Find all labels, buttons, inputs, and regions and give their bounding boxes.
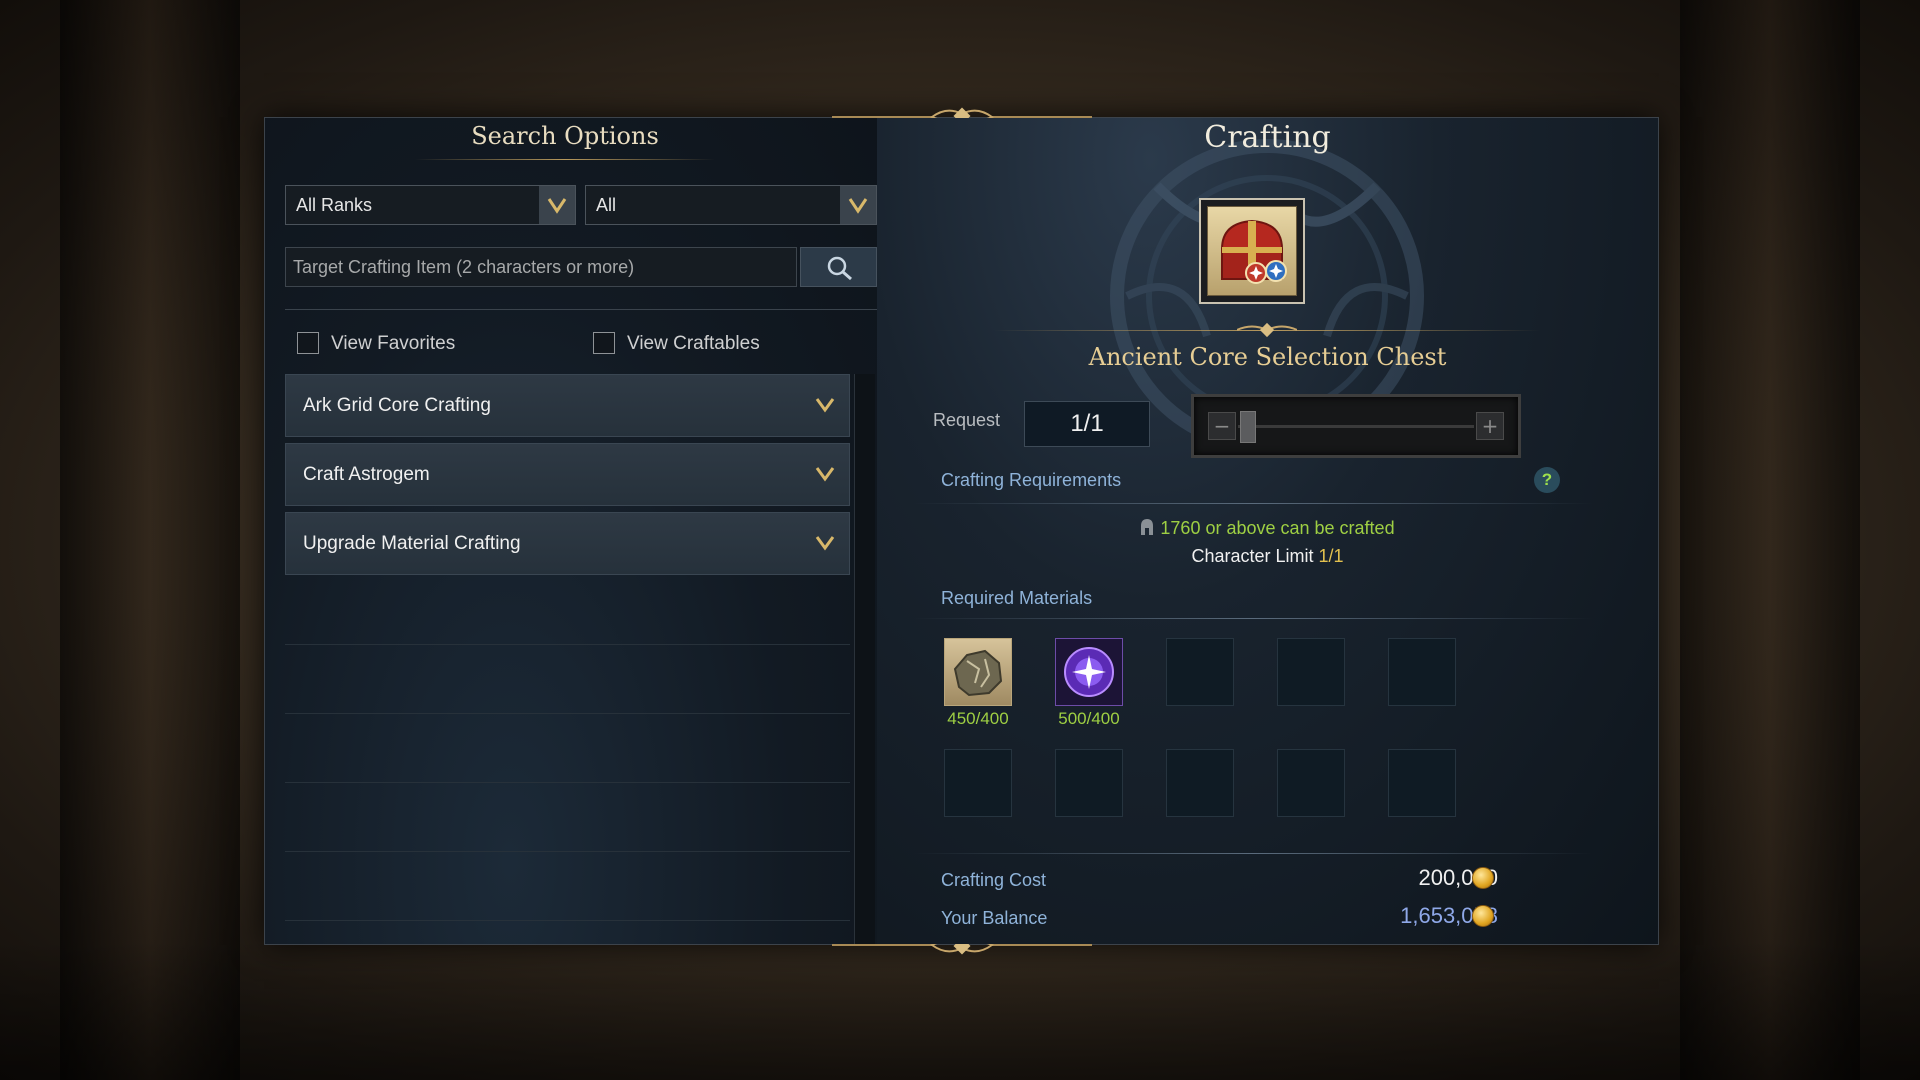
chevron-down-icon[interactable] (539, 186, 575, 224)
empty-row-divider (285, 920, 850, 921)
search-options-title: Search Options (471, 122, 659, 150)
type-dropdown[interactable]: All (585, 185, 877, 225)
item-level-requirement: 1760 or above can be crafted (877, 518, 1658, 539)
type-dropdown-value: All (596, 195, 617, 215)
empty-row-divider (285, 713, 850, 714)
empty-row-divider (285, 644, 850, 645)
search-options-panel: Search Options All Ranks All Target Craf… (265, 118, 877, 944)
category-scrollbar[interactable] (854, 374, 875, 944)
helmet-icon (1141, 519, 1154, 535)
material-count: 500/400 (1058, 709, 1120, 728)
category-upgrade-material-crafting[interactable]: Upgrade Material Crafting (285, 512, 850, 575)
treasure-chest-icon (1207, 206, 1297, 296)
crafting-cost-label: Crafting Cost (941, 870, 1047, 890)
chevron-down-icon (815, 398, 835, 413)
slider-handle[interactable] (1240, 411, 1256, 443)
request-label: Request (933, 410, 1001, 430)
slider-track[interactable] (1238, 425, 1474, 428)
materials-divider (913, 618, 1593, 619)
chevron-down-icon[interactable] (840, 186, 876, 224)
material-slot-empty (1166, 749, 1234, 817)
view-craftables-label: View Craftables (627, 333, 760, 354)
character-limit-label: Character Limit (1191, 546, 1314, 566)
material-slot-empty (1277, 638, 1345, 706)
chevron-down-icon (815, 536, 835, 551)
crafting-requirements-heading: Crafting Requirements (941, 470, 1122, 490)
gold-coin-icon (1472, 867, 1494, 889)
category-label: Upgrade Material Crafting (303, 533, 521, 554)
quantity-slider[interactable]: − + (1191, 394, 1521, 458)
chevron-down-icon (815, 467, 835, 482)
checkbox-box[interactable] (297, 332, 319, 354)
divider-ornament-icon (1237, 322, 1297, 338)
empty-row-divider (285, 782, 850, 783)
required-materials-heading: Required Materials (941, 588, 1093, 608)
item-level-requirement-text: 1760 or above can be crafted (1160, 518, 1395, 538)
search-placeholder: Target Crafting Item (2 characters or mo… (293, 257, 635, 277)
checkbox-box[interactable] (593, 332, 615, 354)
background-pillar-right (1680, 0, 1860, 1080)
empty-row-divider (285, 851, 850, 852)
rank-dropdown[interactable]: All Ranks (285, 185, 576, 225)
search-input[interactable]: Target Crafting Item (2 characters or mo… (285, 247, 797, 287)
gold-coin-icon (1472, 905, 1494, 927)
search-icon (827, 256, 852, 281)
material-slot-empty (1166, 638, 1234, 706)
crafting-window: Search Options All Ranks All Target Craf… (264, 107, 1659, 955)
category-craft-astrogem[interactable]: Craft Astrogem (285, 443, 850, 506)
decrease-button[interactable]: − (1208, 412, 1236, 440)
character-limit: Character Limit 1/1 (877, 546, 1658, 567)
purple-orb-icon (1064, 647, 1114, 697)
increase-button[interactable]: + (1476, 412, 1504, 440)
help-icon[interactable]: ? (1534, 467, 1560, 493)
search-title-divider (415, 159, 715, 160)
background-floor (0, 940, 1920, 1080)
background-pillar-left (60, 0, 240, 1080)
crafting-title: Crafting (1204, 120, 1331, 155)
category-label: Ark Grid Core Crafting (303, 395, 491, 416)
material-slot-ore[interactable] (944, 638, 1012, 706)
item-name: Ancient Core Selection Chest (1088, 343, 1447, 371)
cost-divider (913, 853, 1593, 854)
material-slot-empty (1277, 749, 1345, 817)
material-count: 450/400 (947, 709, 1009, 728)
rank-dropdown-value: All Ranks (296, 195, 373, 215)
your-balance-label: Your Balance (941, 908, 1048, 928)
character-limit-value: 1/1 (1318, 546, 1344, 566)
material-slot-orb[interactable] (1055, 638, 1123, 706)
crafted-item-slot[interactable] (1199, 198, 1305, 304)
category-ark-grid-core-crafting[interactable]: Ark Grid Core Crafting (285, 374, 850, 437)
crafting-panel: Crafting Ancient Core Selection Chest Re… (877, 118, 1658, 944)
material-slot-empty (1388, 638, 1456, 706)
material-slot-empty (1055, 749, 1123, 817)
request-quantity-input[interactable]: 1/1 (1024, 401, 1150, 447)
search-divider (285, 309, 877, 310)
material-slot-empty (1388, 749, 1456, 817)
category-label: Craft Astrogem (303, 464, 430, 485)
search-button[interactable] (800, 247, 877, 287)
material-slot-empty (944, 749, 1012, 817)
requirements-divider (913, 503, 1593, 504)
view-favorites-label: View Favorites (331, 333, 456, 354)
category-list: Ark Grid Core Crafting Craft Astrogem Up… (285, 374, 850, 944)
ore-chunk-icon (953, 649, 1003, 697)
